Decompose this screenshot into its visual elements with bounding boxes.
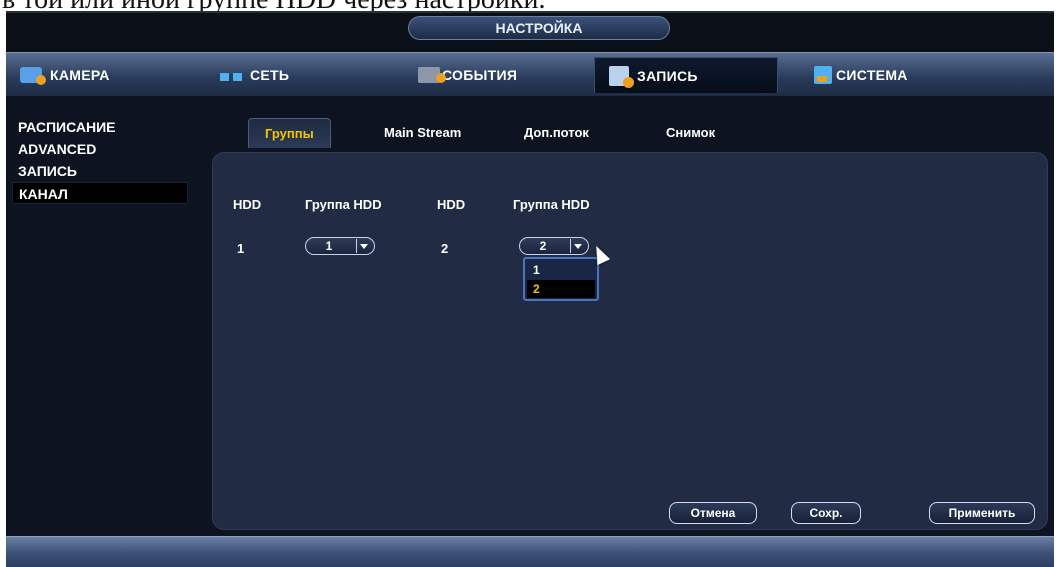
header-hdd-1: HDD [233,197,262,212]
events-icon [418,67,446,83]
tab-network-label: СЕТЬ [250,67,290,83]
sidebar-item-record[interactable]: ЗАПИСЬ [12,160,188,182]
main-tab-bar: КАМЕРА СЕТЬ СОБЫТИЯ ЗАПИСЬ СИСТЕМА [6,52,1054,96]
system-icon [814,66,832,84]
record-icon [609,65,634,88]
settings-panel: HDD Группа HDD HDD Группа HDD 1 1 2 2 1 … [212,152,1048,530]
header-hdd-group-1: Группа HDD [305,197,382,212]
cancel-button[interactable]: Отмена [669,502,757,524]
bottom-status-bar [6,536,1054,567]
hdd-number-1: 1 [237,241,245,256]
tab-snapshot[interactable]: Снимок [666,118,715,148]
tab-system-label: СИСТЕМА [836,67,908,83]
tab-camera-label: КАМЕРА [50,67,110,83]
hdd-group-select-2-value: 2 [539,239,547,253]
hdd-group-dropdown-list: 1 2 [523,257,599,301]
header-hdd-group-2: Группа HDD [513,197,590,212]
hdd-number-2: 2 [441,241,449,256]
tab-system[interactable]: СИСТЕМА [814,57,908,93]
hdd-group-select-1-value: 1 [325,239,333,253]
tab-camera[interactable]: КАМЕРА [20,57,110,93]
camera-icon [20,67,46,85]
sidebar-item-channel[interactable]: КАНАЛ [12,182,188,204]
sidebar-item-schedule[interactable]: РАСПИСАНИЕ [12,116,188,138]
settings-window: НАСТРОЙКА КАМЕРА СЕТЬ СОБЫТИЯ ЗАПИСЬ СИС… [6,11,1054,567]
tab-extra-stream[interactable]: Доп.поток [524,118,589,148]
chevron-down-icon[interactable] [570,239,584,253]
dropdown-option[interactable]: 1 [527,261,595,279]
header-hdd-2: HDD [437,197,466,212]
network-icon [220,73,242,81]
tab-groups[interactable]: Группы [248,118,331,148]
hdd-group-select-2[interactable]: 2 [519,237,589,255]
apply-button[interactable]: Применить [929,502,1035,524]
chevron-down-icon[interactable] [356,239,370,253]
sidebar-item-advanced[interactable]: ADVANCED [12,138,188,160]
tab-main-stream[interactable]: Main Stream [384,118,461,148]
dropdown-option-selected[interactable]: 2 [527,280,595,298]
content-area: Группы Main Stream Доп.поток Снимок HDD … [206,96,1054,536]
tab-network[interactable]: СЕТЬ [220,57,289,93]
hdd-group-select-1[interactable]: 1 [305,237,375,255]
tab-events[interactable]: СОБЫТИЯ [418,57,517,93]
window-title: НАСТРОЙКА [408,16,670,40]
tab-events-label: СОБЫТИЯ [442,67,518,83]
sidebar: РАСПИСАНИЕ ADVANCED ЗАПИСЬ КАНАЛ [6,96,206,536]
tab-record[interactable]: ЗАПИСЬ [594,57,778,93]
save-button[interactable]: Сохр. [791,502,861,524]
tab-record-label: ЗАПИСЬ [637,67,698,84]
